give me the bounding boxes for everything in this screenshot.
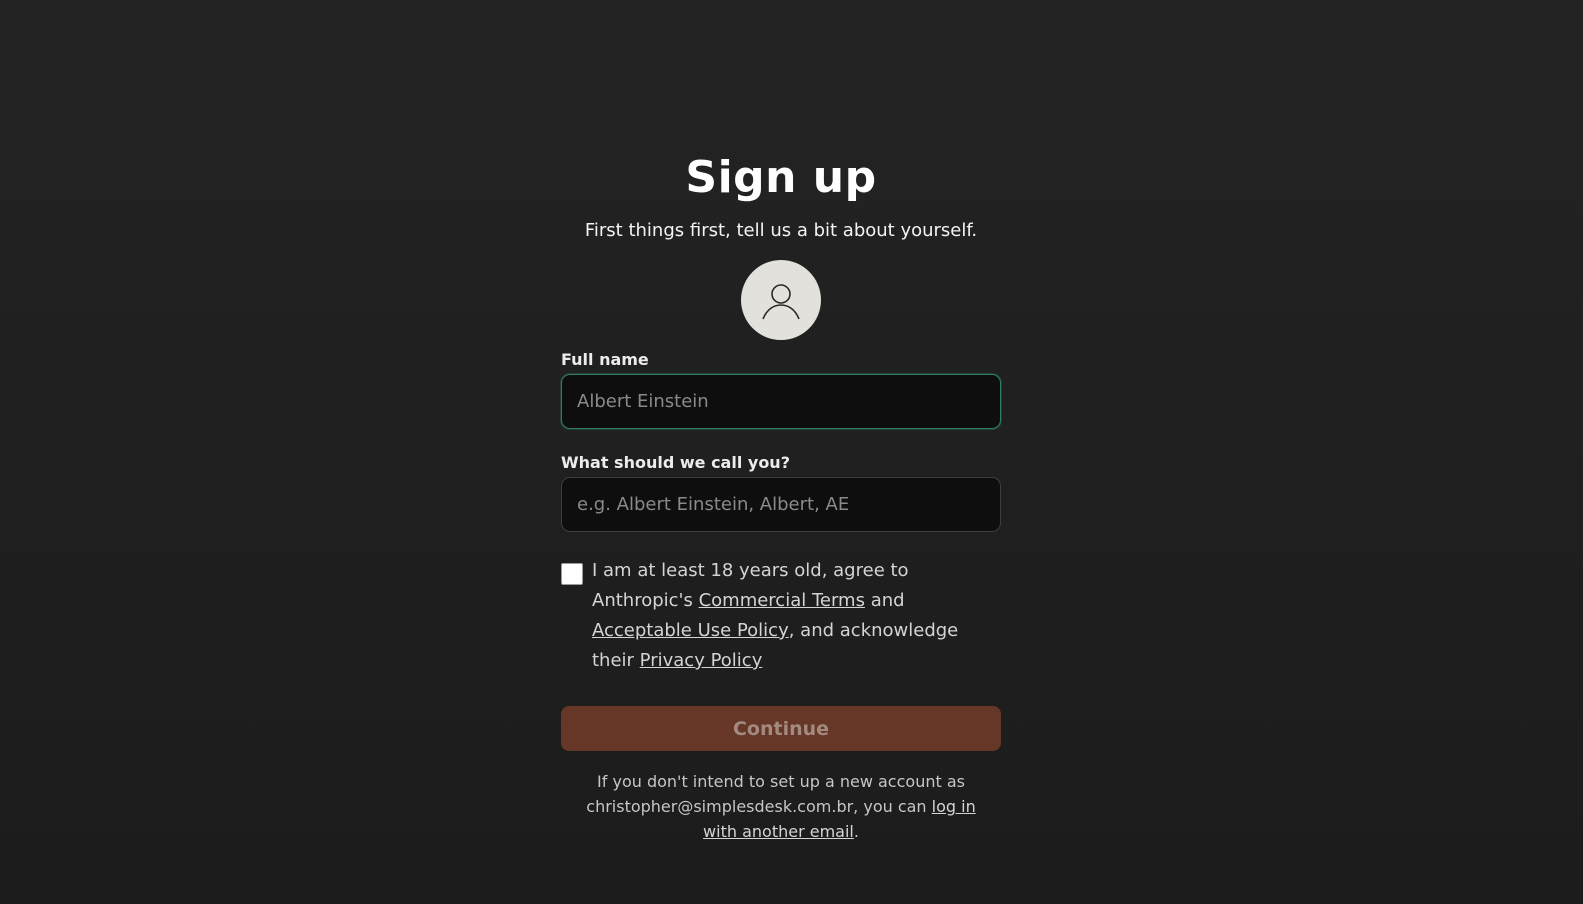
full-name-label: Full name (561, 350, 649, 369)
footnote-text: If you don't intend to set up a new acco… (586, 772, 965, 816)
page-subtitle: First things first, tell us a bit about … (584, 220, 978, 241)
consent-text-and: and (864, 590, 905, 611)
nickname-label: What should we call you? (561, 453, 790, 472)
age-terms-checkbox[interactable] (561, 563, 583, 585)
nickname-field: What should we call you? (561, 451, 1001, 532)
footnote: If you don't intend to set up a new acco… (571, 769, 991, 844)
full-name-field: Full name (561, 348, 1001, 429)
avatar-upload[interactable] (741, 260, 821, 340)
footnote-suffix: . (853, 822, 859, 841)
page-title: Sign up (685, 152, 877, 203)
user-icon (762, 284, 800, 320)
nickname-input[interactable] (561, 477, 1001, 532)
consent-text: I am at least 18 years old, agree to Ant… (592, 556, 1001, 676)
continue-button[interactable]: Continue (561, 706, 1001, 751)
consent-row: I am at least 18 years old, agree to Ant… (561, 560, 1001, 676)
signup-container: Sign up First things first, tell us a bi… (561, 150, 1001, 844)
privacy-policy-link[interactable]: Privacy Policy (640, 650, 763, 671)
full-name-input[interactable] (561, 374, 1001, 429)
acceptable-use-policy-link[interactable]: Acceptable Use Policy (592, 620, 789, 641)
commercial-terms-link[interactable]: Commercial Terms (699, 590, 865, 611)
